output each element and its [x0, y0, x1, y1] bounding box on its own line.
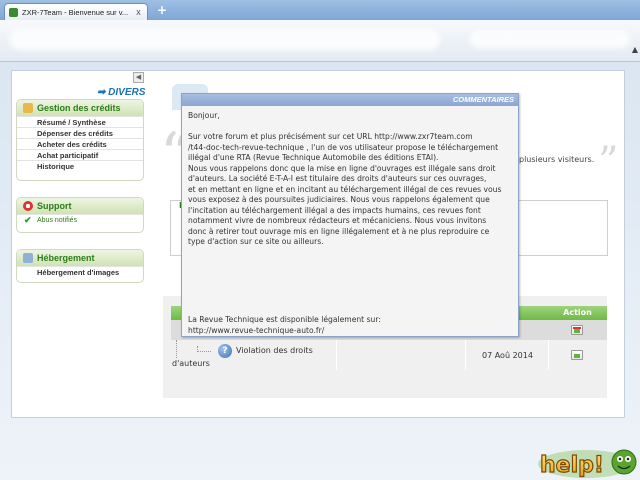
site-favicon-icon — [9, 7, 18, 17]
collapse-sidebar-button[interactable]: ◀ — [133, 72, 144, 83]
tab-close-icon[interactable]: x — [134, 7, 143, 17]
tree-connector — [176, 340, 177, 358]
divers-label: DIVERS — [108, 87, 146, 98]
modal-body-text: Bonjour, Sur votre forum et plus précisé… — [188, 111, 502, 246]
topic-title-continuation[interactable]: d'auteurs — [172, 359, 210, 368]
column-divider — [336, 340, 337, 370]
support-title: Support — [37, 201, 72, 211]
credits-title: Gestion des crédits — [37, 103, 121, 113]
status-icon-green[interactable] — [571, 350, 583, 360]
hosting-icon — [23, 253, 33, 263]
modal-footer-link[interactable]: http://www.revue-technique-auto.fr/ — [188, 326, 510, 337]
checkmark-icon: ✔ — [24, 215, 32, 225]
new-tab-button[interactable]: + — [154, 4, 170, 18]
sidebar-item-resume[interactable]: Résumé / Synthèse — [17, 116, 143, 127]
blurred-toolbar-area — [470, 30, 630, 48]
hosting-panel: Hébergement Hébergement d'images — [16, 249, 144, 283]
divers-heading[interactable]: ➡ DIVERS — [97, 87, 147, 98]
modal-scrollbar[interactable] — [510, 108, 516, 334]
column-divider — [465, 340, 466, 370]
lifebuoy-icon — [23, 201, 33, 211]
credits-panel: Gestion des crédits Résumé / Synthèse Dé… — [16, 99, 144, 181]
sidebar-item-reported-abuse[interactable]: ✔ Abus notifiés — [17, 214, 143, 225]
sidebar-item-participative[interactable]: Achat participatif — [17, 149, 143, 160]
modal-footer: La Revue Technique est disponible légale… — [188, 315, 510, 336]
status-icon-red[interactable] — [571, 325, 583, 335]
blurred-address-area — [10, 28, 440, 50]
reported-abuse-label: Abus notifiés — [37, 217, 78, 224]
action-column-header: Action — [549, 306, 606, 320]
sidebar-item-spend-credits[interactable]: Dépenser des crédits — [17, 127, 143, 138]
sidebar-item-history[interactable]: Historique — [17, 160, 143, 171]
credits-panel-header: Gestion des crédits — [17, 100, 143, 116]
support-panel: Support ✔ Abus notifiés — [16, 197, 144, 233]
browser-tab[interactable]: ZXR-7Team - Bienvenue sur v... x — [4, 3, 148, 20]
browser-toolbar: ▲ — [0, 20, 640, 62]
help-badge-logo: help! — [538, 449, 637, 479]
topic-date: 07 Aoû 2014 — [482, 351, 533, 360]
hosting-title: Hébergement — [37, 253, 95, 263]
credits-icon — [23, 103, 33, 113]
tree-connector-branch — [197, 346, 211, 352]
close-quote-decoration: ” — [598, 139, 619, 185]
modal-footer-line: La Revue Technique est disponible légale… — [188, 315, 381, 324]
sidebar-item-buy-credits[interactable]: Acheter des crédits — [17, 138, 143, 149]
column-divider — [548, 340, 549, 370]
topic-title[interactable]: Violation des droits — [236, 346, 313, 355]
arrow-right-icon: ➡ — [97, 87, 106, 98]
background-text-fragment: plusieurs visiteurs. — [519, 155, 595, 164]
hosting-panel-header: Hébergement — [17, 250, 143, 266]
comments-modal: COMMENTAIRES Bonjour, Sur votre forum et… — [181, 93, 519, 337]
toolbar-chevron-icon[interactable]: ▲ — [632, 45, 638, 54]
support-panel-header: Support — [17, 198, 143, 214]
sidebar-item-image-hosting[interactable]: Hébergement d'images — [17, 266, 143, 277]
browser-tab-bar: ZXR-7Team - Bienvenue sur v... x + — [0, 0, 640, 20]
question-icon: ? — [218, 344, 232, 358]
tab-title: ZXR-7Team - Bienvenue sur v... — [22, 7, 129, 17]
modal-header: COMMENTAIRES — [182, 94, 518, 106]
help-badge-text: help! — [540, 453, 604, 478]
